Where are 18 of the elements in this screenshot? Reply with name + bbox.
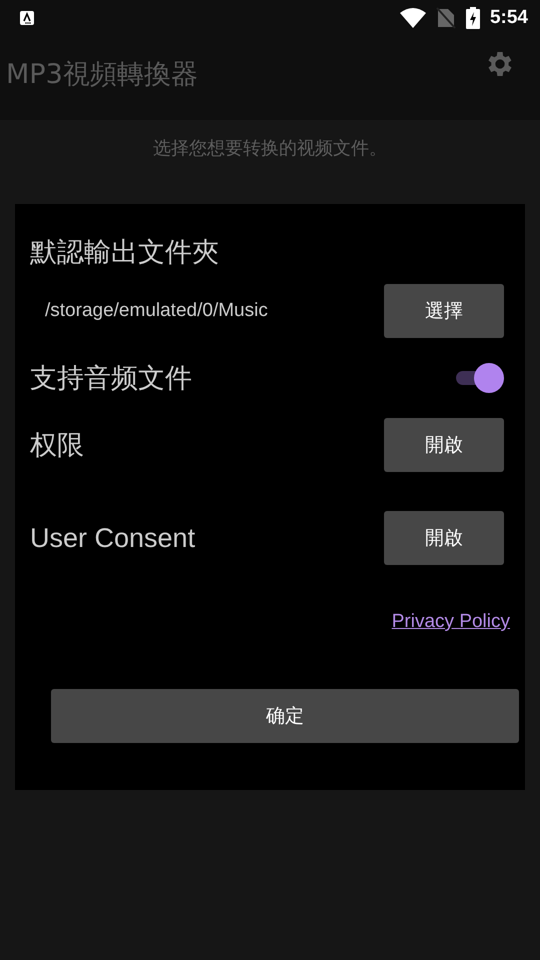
setting-label: 支持音频文件 xyxy=(30,362,192,395)
choose-button[interactable]: 選擇 xyxy=(384,284,504,338)
setting-label: 权限 xyxy=(30,429,84,462)
section-heading: 默認輸出文件夾 xyxy=(30,236,220,270)
toggle-switch[interactable] xyxy=(454,362,504,394)
confirm-button[interactable]: 确定 xyxy=(51,689,519,743)
no-sim-icon xyxy=(436,7,456,29)
battery-charging-icon xyxy=(466,7,480,29)
privacy-policy-link[interactable]: Privacy Policy xyxy=(392,611,510,633)
setting-label: User Consent xyxy=(30,522,196,554)
status-time: 5:54 xyxy=(490,7,528,29)
notification-icon xyxy=(19,10,35,26)
enable-button[interactable]: 開啟 xyxy=(384,511,504,565)
enable-button[interactable]: 開啟 xyxy=(384,418,504,472)
instruction-text: 选择您想要转换的视频文件。 xyxy=(153,137,387,161)
folder-path: /storage/emulated/0/Music xyxy=(44,300,268,322)
app-title: MP3視頻轉換器 xyxy=(6,58,198,92)
wifi-icon xyxy=(400,8,426,28)
